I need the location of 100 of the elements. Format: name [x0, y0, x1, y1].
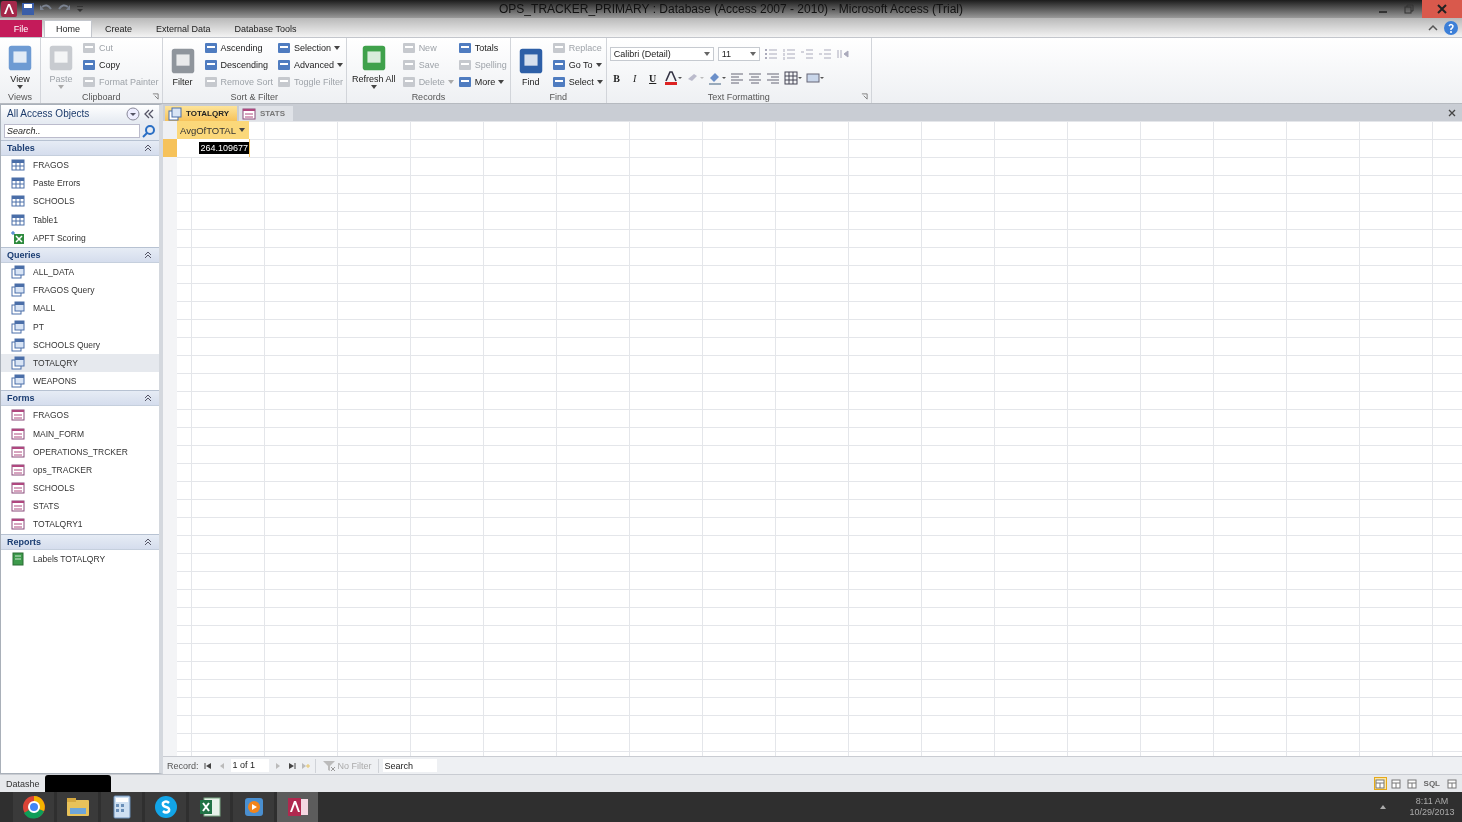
dialog-launcher-icon[interactable] — [151, 93, 159, 100]
section-header[interactable]: Forms — [1, 390, 159, 407]
ribbon-button[interactable]: Copy — [82, 57, 159, 73]
caret-icon — [749, 52, 756, 56]
navigation-item[interactable]: SCHOOLS Query — [1, 335, 159, 354]
navigation-item[interactable]: FRAGOS — [1, 406, 159, 425]
dialog-launcher-icon[interactable] — [860, 93, 868, 100]
bold-button[interactable]: B — [609, 71, 624, 85]
view-button[interactable] — [1445, 777, 1458, 790]
sql-view-button[interactable]: SQL — [1421, 777, 1442, 790]
pivot-chart-icon — [1407, 778, 1418, 789]
view-button[interactable] — [1373, 777, 1387, 790]
navigation-item[interactable]: Labels TOTALQRY — [1, 549, 159, 568]
navigation-item[interactable]: PT — [1, 317, 159, 336]
taskbar-app-button[interactable] — [13, 792, 57, 822]
navigation-item[interactable]: OPERATIONS_TRCKER — [1, 442, 159, 461]
ribbon-button[interactable]: Selection — [277, 40, 344, 57]
search-field[interactable]: Search.. — [4, 124, 140, 138]
document-tab[interactable]: STATS — [238, 106, 293, 121]
report-icon — [11, 551, 25, 566]
font-dropdown[interactable]: Calibri (Detail) — [609, 47, 714, 61]
navigation-item[interactable]: MAIN_FORM — [1, 424, 159, 443]
navigation-item[interactable]: WEAPONS — [1, 372, 159, 391]
linked-spreadsheet-icon — [11, 230, 25, 245]
group-label: Clipboard — [82, 91, 121, 102]
close-button[interactable] — [1422, 0, 1462, 18]
ribbon-button[interactable]: Filter — [165, 43, 200, 87]
font-size-dropdown[interactable]: 11 — [717, 47, 760, 61]
navigation-item[interactable]: MALL — [1, 299, 159, 318]
navigation-item[interactable]: TOTALQRY1 — [1, 515, 159, 534]
section-header[interactable]: Tables — [1, 140, 159, 156]
document-tab[interactable]: TOTALQRY — [165, 106, 237, 121]
database-app-icon[interactable] — [1, 1, 17, 17]
row-color-icon[interactable] — [805, 71, 824, 85]
status-text: Datashe — [5, 778, 40, 789]
section-title: Queries — [7, 249, 41, 260]
caret-icon — [596, 79, 603, 84]
last-record-icon[interactable] — [286, 760, 297, 771]
taskbar-app-button[interactable] — [57, 792, 101, 822]
dropdown-circle-icon[interactable] — [126, 106, 140, 121]
taskbar-app-button[interactable] — [277, 792, 321, 822]
ribbon-tab[interactable]: External Data — [145, 20, 222, 37]
view-button[interactable] — [1389, 777, 1403, 790]
navigation-item[interactable]: TOTALQRY — [1, 353, 159, 373]
bullet-list-icon[interactable] — [763, 47, 778, 61]
ribbon-button[interactable]: Descending — [203, 57, 274, 73]
navigation-item[interactable]: ops_TRACKER — [1, 460, 159, 479]
ribbon-button[interactable]: Ascending — [203, 40, 274, 57]
section-header[interactable]: Reports — [1, 533, 159, 550]
underline-button[interactable]: U — [645, 71, 660, 85]
form-icon — [11, 408, 25, 423]
taskbar-app-button[interactable] — [189, 792, 233, 822]
navigation-item[interactable]: FRAGOS Query — [1, 281, 159, 300]
navigation-item[interactable]: FRAGOS — [1, 156, 159, 175]
italic-button[interactable]: I — [627, 71, 642, 85]
window-title: OPS_TRACKER_PRIMARY : Database (Access 2007 - 2010) - Microsoft Access (Trial) — [498, 1, 964, 18]
ribbon-button[interactable]: Totals — [457, 40, 507, 57]
caret-icon — [703, 52, 710, 56]
caret-icon — [595, 63, 602, 67]
ribbon-button[interactable]: Advanced — [277, 57, 344, 73]
navigation-item[interactable]: STATS — [1, 497, 159, 516]
navigation-item[interactable]: Paste Errors — [1, 174, 159, 193]
chat-app-icon — [153, 795, 178, 819]
file-tab[interactable]: File — [0, 20, 42, 37]
first-record-icon[interactable] — [202, 760, 213, 771]
clock[interactable]: 8:11 AM 10/29/2013 — [1402, 796, 1462, 818]
ribbon-tab[interactable]: Home — [44, 20, 92, 37]
navigation-item[interactable]: APFT Scoring — [1, 228, 159, 247]
navigation-item[interactable]: Table1 — [1, 210, 159, 229]
view-button[interactable] — [1405, 777, 1419, 790]
font-color-icon[interactable] — [663, 71, 682, 85]
search-icon[interactable] — [142, 124, 156, 138]
ribbon-tab[interactable]: Create — [94, 20, 144, 37]
collapse-ribbon-icon[interactable] — [1428, 22, 1438, 33]
navigation-item[interactable]: SCHOOLS — [1, 192, 159, 211]
ribbon-button[interactable]: Select — [551, 73, 603, 90]
ribbon-button[interactable]: Find — [513, 43, 548, 87]
form-icon — [11, 481, 25, 496]
form-icon — [11, 517, 25, 532]
clock-date: 10/29/2013 — [1409, 807, 1455, 818]
search-field[interactable]: Search — [382, 759, 437, 772]
navigation-item[interactable]: SCHOOLS — [1, 479, 159, 498]
section-header[interactable]: Queries — [1, 246, 159, 263]
taskbar-app-button[interactable] — [145, 792, 189, 822]
column-header[interactable]: AvgOfTOTAL — [177, 121, 249, 139]
table-cell[interactable]: 264.109677 — [199, 142, 249, 154]
ribbon-button[interactable]: Go To — [551, 57, 603, 73]
navigation-item[interactable]: ALL_DATA — [1, 262, 159, 282]
paragraph-direction-icon[interactable] — [835, 47, 850, 61]
ribbon-button[interactable]: More — [457, 73, 507, 90]
fill-color-icon[interactable] — [707, 71, 726, 85]
ribbon-tab[interactable]: Database Tools — [223, 20, 308, 37]
help-icon[interactable] — [1444, 20, 1458, 35]
close-icon[interactable] — [1447, 107, 1457, 118]
gridlines-icon[interactable] — [783, 71, 802, 85]
ribbon-button[interactable]: Refresh All — [350, 41, 398, 89]
customize-arrow-icon[interactable] — [75, 4, 85, 14]
record-position-field[interactable]: 1 of 1 — [230, 759, 269, 772]
taskbar-app-button[interactable] — [101, 792, 145, 822]
ribbon-button[interactable]: View — [3, 41, 37, 89]
